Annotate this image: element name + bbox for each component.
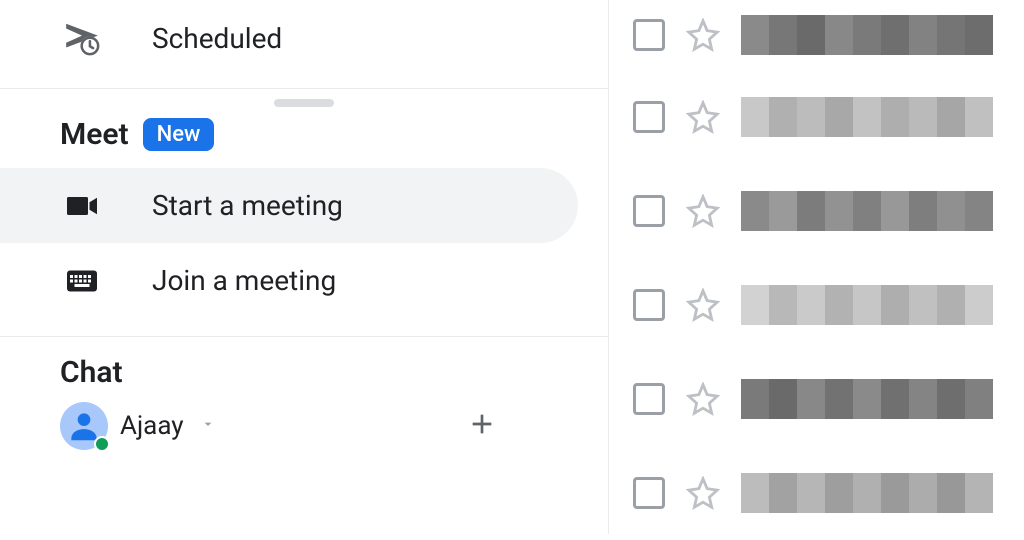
select-checkbox[interactable] xyxy=(633,19,665,51)
start-meeting-button[interactable]: Start a meeting xyxy=(0,168,578,243)
select-checkbox[interactable] xyxy=(633,383,665,415)
star-icon[interactable] xyxy=(685,17,721,53)
video-camera-icon xyxy=(60,184,104,228)
scheduled-label: Scheduled xyxy=(152,22,282,55)
new-badge: New xyxy=(143,118,215,151)
divider xyxy=(0,88,608,89)
star-icon[interactable] xyxy=(685,381,721,417)
email-preview-redacted xyxy=(741,191,1024,231)
email-row[interactable] xyxy=(609,258,1024,352)
keyboard-icon xyxy=(60,259,104,303)
email-row[interactable] xyxy=(609,164,1024,258)
section-resize-handle[interactable] xyxy=(274,99,334,107)
start-meeting-label: Start a meeting xyxy=(152,189,343,222)
avatar xyxy=(60,402,108,450)
email-row[interactable] xyxy=(609,0,1024,70)
join-meeting-button[interactable]: Join a meeting xyxy=(0,243,608,318)
new-chat-button[interactable] xyxy=(466,408,498,446)
select-checkbox[interactable] xyxy=(633,195,665,227)
email-row[interactable] xyxy=(609,352,1024,446)
star-icon[interactable] xyxy=(685,99,721,135)
chat-title: Chat xyxy=(60,355,608,390)
chevron-down-icon[interactable] xyxy=(200,416,216,436)
sidebar-item-scheduled[interactable]: Scheduled xyxy=(0,0,608,76)
star-icon[interactable] xyxy=(685,475,721,511)
chat-user-row[interactable]: Ajaay xyxy=(60,390,608,450)
email-row[interactable] xyxy=(609,446,1024,540)
select-checkbox[interactable] xyxy=(633,289,665,321)
chat-user-name: Ajaay xyxy=(120,411,184,441)
sidebar: Scheduled Meet New Start a meeting xyxy=(0,0,608,534)
status-online-dot xyxy=(94,436,110,452)
join-meeting-label: Join a meeting xyxy=(152,264,336,297)
scheduled-icon xyxy=(60,16,104,60)
select-checkbox[interactable] xyxy=(633,477,665,509)
email-preview-redacted xyxy=(741,379,1024,419)
email-row[interactable] xyxy=(609,70,1024,164)
star-icon[interactable] xyxy=(685,193,721,229)
star-icon[interactable] xyxy=(685,287,721,323)
email-list xyxy=(608,0,1024,534)
select-checkbox[interactable] xyxy=(633,101,665,133)
chat-section: Chat Ajaay xyxy=(0,337,608,450)
email-preview-redacted xyxy=(741,97,1024,137)
meet-section-header: Meet New xyxy=(0,117,608,168)
email-preview-redacted xyxy=(741,285,1024,325)
email-preview-redacted xyxy=(741,473,1024,513)
meet-title: Meet xyxy=(60,117,129,152)
email-preview-redacted xyxy=(741,15,1024,55)
